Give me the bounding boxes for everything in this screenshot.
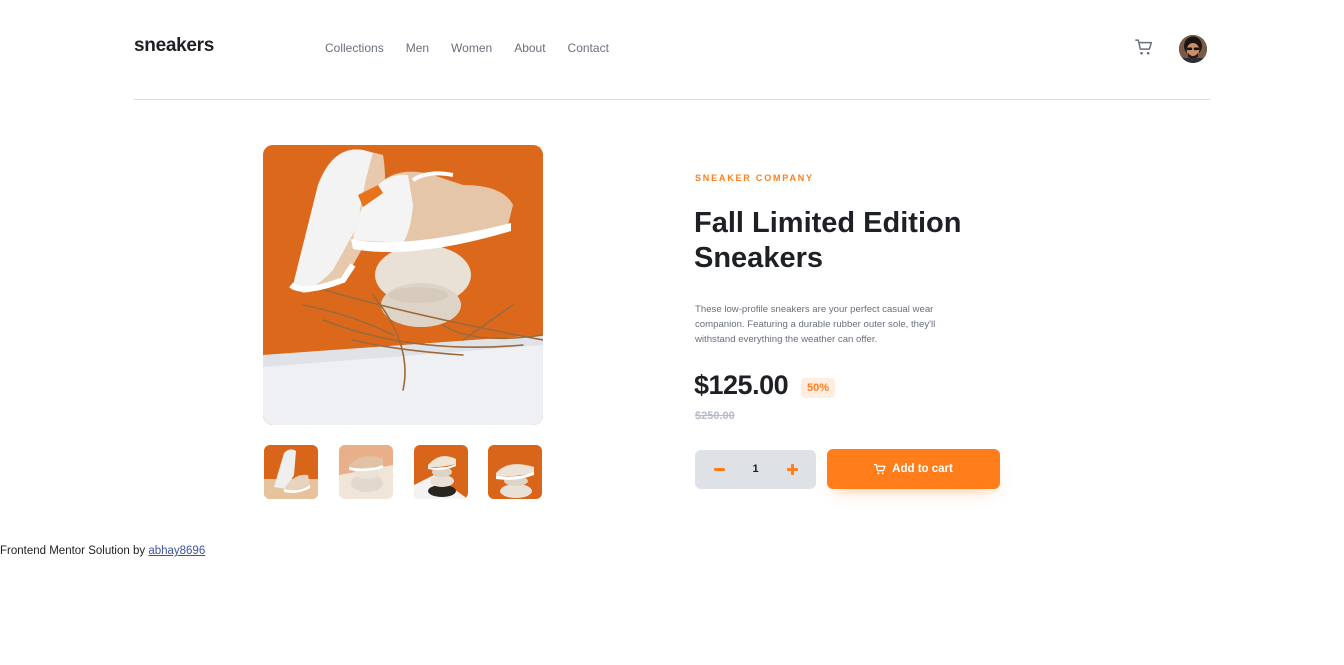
- nav-link-men[interactable]: Men: [406, 41, 429, 55]
- thumbnail-strip: [264, 445, 544, 499]
- main-nav: Collections Men Women About Contact: [325, 41, 631, 55]
- company-label: SNEAKER COMPANY: [695, 173, 814, 183]
- nav-link-women[interactable]: Women: [451, 41, 492, 55]
- nav-link-contact[interactable]: Contact: [568, 41, 609, 55]
- attribution: Frontend Mentor Solution by abhay8696: [0, 545, 205, 557]
- increase-button[interactable]: [772, 450, 812, 489]
- add-to-cart-button[interactable]: Add to cart: [827, 449, 1000, 489]
- current-price: $125.00: [694, 370, 789, 400]
- thumbnail-image: [414, 445, 468, 499]
- thumbnail-image: [488, 445, 542, 499]
- product-title: Fall Limited Edition Sneakers: [694, 207, 962, 274]
- original-price: $250.00: [695, 410, 735, 422]
- thumbnail-image: [264, 445, 318, 499]
- quantity-value: 1: [752, 463, 759, 475]
- cart-button[interactable]: [1135, 39, 1153, 56]
- cart-icon: [1135, 39, 1153, 55]
- thumbnail-1[interactable]: [264, 445, 318, 499]
- attribution-text: Frontend Mentor Solution by: [0, 545, 146, 557]
- quantity-stepper: 1: [695, 450, 816, 489]
- cart-icon: [874, 463, 886, 474]
- thumbnail-image: [339, 445, 393, 499]
- attribution-author-link[interactable]: abhay8696: [148, 545, 205, 557]
- avatar-image: [1179, 35, 1207, 63]
- logo[interactable]: sneakers: [134, 35, 214, 57]
- thumbnail-3[interactable]: [414, 445, 468, 499]
- sneaker-photo: [263, 145, 543, 425]
- plus-icon: [786, 464, 798, 475]
- nav-link-about[interactable]: About: [514, 41, 545, 55]
- avatar[interactable]: [1179, 35, 1207, 63]
- discount-badge: 50%: [801, 378, 836, 398]
- product-main-image[interactable]: [263, 145, 543, 425]
- decrease-button[interactable]: [699, 450, 739, 489]
- thumbnail-4[interactable]: [488, 445, 542, 499]
- thumbnail-2[interactable]: [339, 445, 393, 499]
- minus-icon: [713, 468, 725, 471]
- site-header: sneakers Collections Men Women About Con…: [134, 0, 1210, 100]
- add-to-cart-label: Add to cart: [892, 463, 953, 475]
- nav-link-collections[interactable]: Collections: [325, 41, 384, 55]
- product-description: These low-profile sneakers are your perf…: [695, 304, 936, 345]
